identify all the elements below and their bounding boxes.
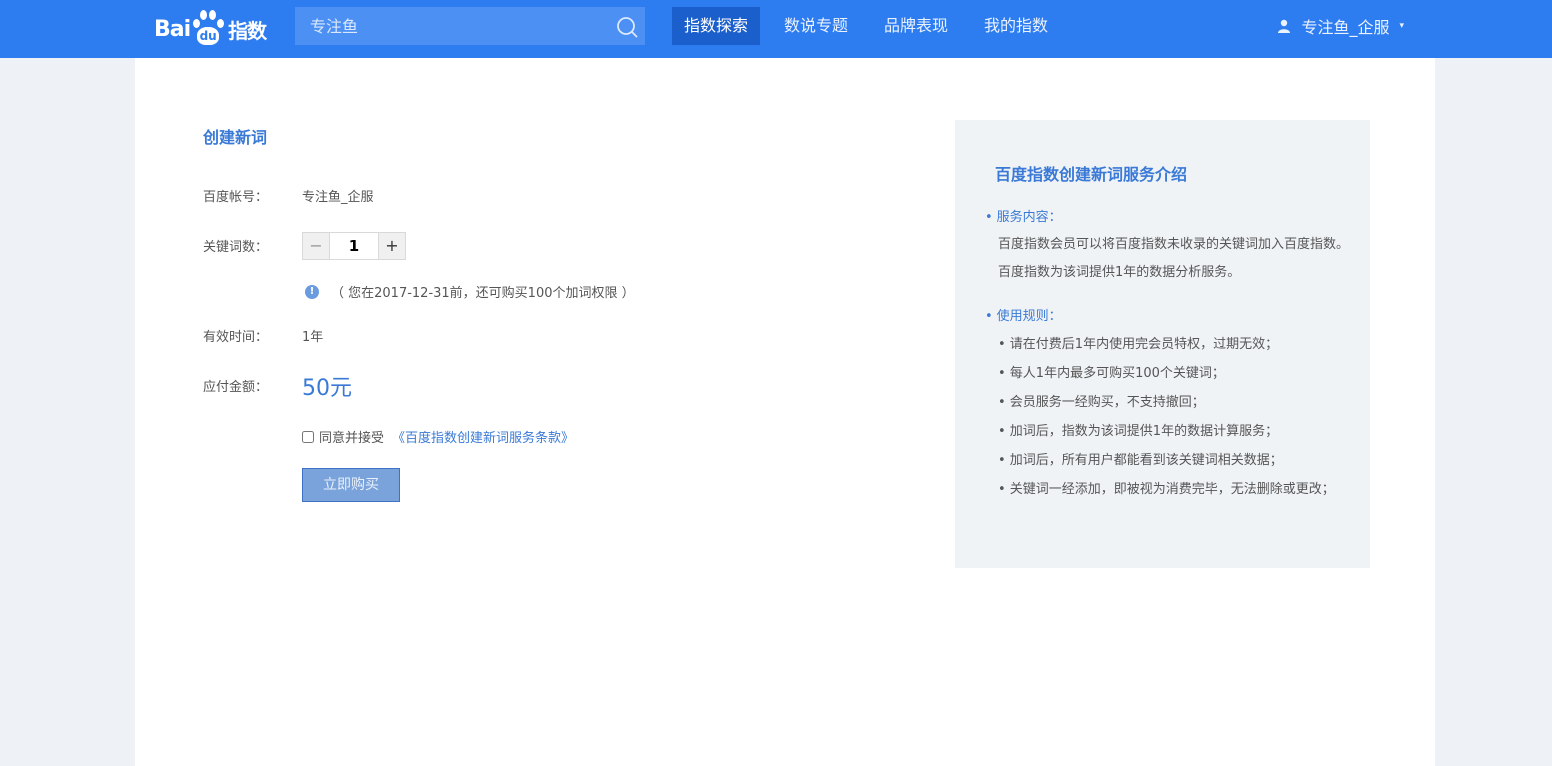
- list-item: • 加词后，所有用户都能看到该关键词相关数据；: [998, 453, 1283, 468]
- keyword-count-label: 关键词数：: [203, 240, 269, 255]
- keyword-count-input[interactable]: [329, 233, 379, 259]
- nav-item-index-explore[interactable]: 指数探索: [672, 7, 761, 45]
- user-name: 专注鱼_企服: [1301, 18, 1390, 37]
- nav-item-brand-performance[interactable]: 品牌表现: [872, 7, 960, 45]
- validity-value: 1年: [302, 330, 324, 345]
- top-nav-bar: Bai du 指数 指数探索 数说专题 品牌表现 我的指数 专注鱼_企服 ▾: [0, 0, 1552, 58]
- rules-heading-text: 使用规则：: [996, 309, 1062, 324]
- agree-text: 同意并接受: [319, 431, 385, 446]
- baidu-index-logo[interactable]: Bai du 指数: [154, 6, 267, 52]
- list-item: • 会员服务一经购买，不支持撤回；: [998, 395, 1205, 410]
- service-heading: • 服务内容：: [985, 206, 1062, 225]
- service-description: 百度指数会员可以将百度指数未收录的关键词加入百度指数。百度指数为该词提供1年的数…: [998, 237, 1350, 280]
- user-icon: [1278, 19, 1291, 33]
- decrement-button[interactable]: −: [303, 233, 329, 259]
- info-icon: !: [305, 284, 319, 299]
- validity-label: 有效时间：: [203, 330, 269, 345]
- notice-text: （ 您在2017-12-31前，还可购买100个加词权限 ）: [331, 286, 635, 301]
- list-item: • 每人1年内最多可购买100个关键词；: [998, 366, 1225, 381]
- service-intro-panel: 百度指数创建新词服务介绍 • 服务内容： 百度指数会员可以将百度指数未收录的关键词…: [955, 120, 1370, 568]
- logo-zhishu-text: 指数: [228, 18, 267, 43]
- agree-checkbox[interactable]: [302, 430, 314, 443]
- account-label: 百度帐号：: [203, 190, 269, 205]
- rules-heading: • 使用规则：: [985, 305, 1062, 324]
- search-box: [295, 7, 645, 45]
- nav-item-my-index[interactable]: 我的指数: [972, 7, 1060, 45]
- paw-icon: du: [191, 9, 225, 49]
- increment-button[interactable]: +: [379, 233, 405, 259]
- rules-list: • 请在付费后1年内使用完会员特权，过期无效； • 每人1年内最多可购买100个…: [998, 330, 1348, 504]
- list-item: • 加词后，指数为该词提供1年的数据计算服务；: [998, 424, 1279, 439]
- logo-bai-text: Bai: [154, 16, 191, 42]
- user-menu[interactable]: 专注鱼_企服 ▾: [1277, 7, 1404, 45]
- amount-value: 50元: [302, 376, 352, 401]
- search-icon[interactable]: [615, 15, 639, 39]
- quantity-stepper: − +: [302, 232, 406, 260]
- bullet-icon: •: [985, 309, 993, 324]
- list-item: • 请在付费后1年内使用完会员特权，过期无效；: [998, 337, 1279, 352]
- list-item: • 关键词一经添加，即被视为消费完毕，无法删除或更改；: [998, 482, 1335, 497]
- main-nav: 指数探索 数说专题 品牌表现 我的指数: [672, 7, 1072, 45]
- nav-item-data-topics[interactable]: 数说专题: [772, 7, 860, 45]
- terms-link[interactable]: 《百度指数创建新词服务条款》: [392, 427, 574, 446]
- main-content: 创建新词 百度帐号： 专注鱼_企服 关键词数： − + ! （ 您在2017-1…: [135, 58, 1435, 766]
- panel-title: 百度指数创建新词服务介绍: [995, 165, 1188, 184]
- service-heading-text: 服务内容：: [996, 210, 1062, 225]
- bullet-icon: •: [985, 210, 993, 225]
- search-input[interactable]: [295, 7, 605, 45]
- agreement-row: 同意并接受 《百度指数创建新词服务条款》: [302, 427, 574, 446]
- account-value: 专注鱼_企服: [302, 190, 374, 205]
- logo-du-text: du: [199, 29, 217, 43]
- page-title: 创建新词: [203, 128, 268, 147]
- purchase-limit-notice: ! （ 您在2017-12-31前，还可购买100个加词权限 ）: [305, 282, 635, 301]
- amount-label: 应付金额：: [203, 380, 269, 395]
- chevron-down-icon: ▾: [1399, 21, 1404, 31]
- buy-now-button[interactable]: 立即购买: [302, 468, 400, 502]
